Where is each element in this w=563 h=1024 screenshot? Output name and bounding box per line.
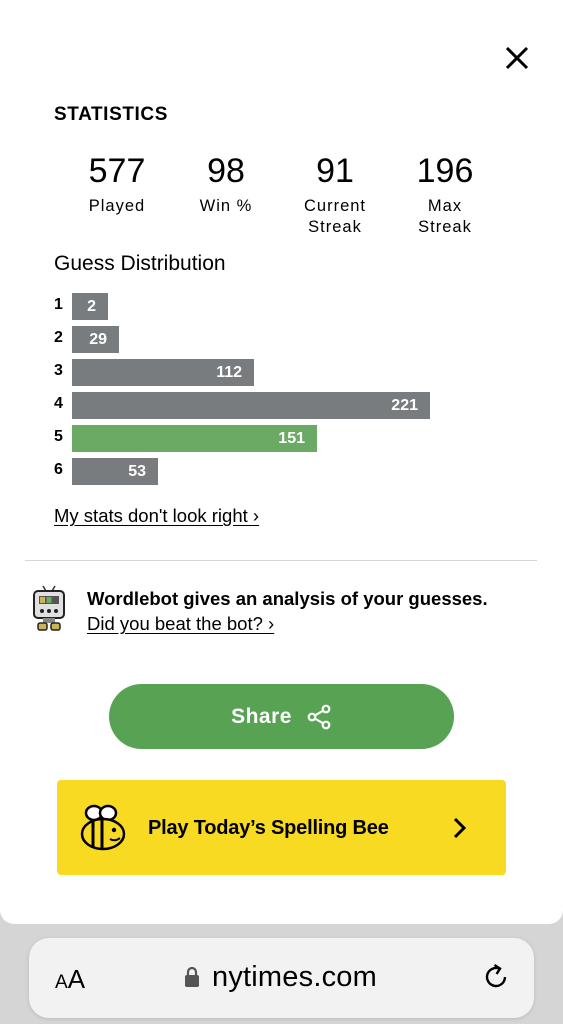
guess-number: 6 <box>54 461 63 478</box>
stats-summary: 577 Played 98 Win % 91 Current Streak 19… <box>62 150 502 240</box>
reload-icon[interactable] <box>481 962 511 992</box>
distribution-row-4: 4 221 <box>54 392 514 419</box>
share-button[interactable]: Share <box>109 684 454 749</box>
stat-label: Max Streak <box>418 197 472 236</box>
stat-current-streak: 91 Current Streak <box>280 150 390 238</box>
wordlebot-link[interactable]: Did you beat the bot? › <box>87 613 488 635</box>
text-size-small-glyph: A <box>55 972 68 993</box>
lock-icon <box>185 966 199 987</box>
stat-label: Current Streak <box>303 197 367 236</box>
spelling-bee-button[interactable]: Play Today’s Spelling Bee <box>57 780 506 875</box>
share-icon <box>307 704 331 729</box>
distribution-row-3: 3 112 <box>54 359 514 386</box>
guess-number: 4 <box>54 395 63 412</box>
stat-value: 196 <box>416 152 474 190</box>
stat-value: 98 <box>207 152 245 190</box>
guess-distribution-title: Guess Distribution <box>54 252 226 275</box>
distribution-row-6: 6 53 <box>54 458 514 485</box>
text-size-button[interactable]: AA <box>55 964 85 995</box>
distribution-row-5: 5 151 <box>54 425 514 452</box>
distribution-bar: 151 <box>72 425 317 452</box>
stat-value: 91 <box>316 152 354 190</box>
browser-address-bar: AA nytimes.com <box>29 938 534 1018</box>
guess-number: 1 <box>54 296 63 313</box>
distribution-bar: 29 <box>72 326 119 353</box>
share-label: Share <box>231 704 292 728</box>
wordlebot-headline: Wordlebot gives an analysis of your gues… <box>87 588 488 609</box>
distribution-bar: 53 <box>72 458 158 485</box>
url-text[interactable]: nytimes.com <box>212 961 377 994</box>
chevron-right-icon <box>453 817 467 839</box>
stat-win-percent: 98 Win % <box>171 150 281 217</box>
divider <box>25 560 537 561</box>
stat-max-streak: 196 Max Streak <box>390 150 500 238</box>
distribution-bar: 2 <box>72 293 108 320</box>
distribution-row-1: 1 2 <box>54 293 514 320</box>
stat-label: Win % <box>199 197 253 215</box>
wordlebot-icon <box>33 585 65 631</box>
close-icon <box>505 46 529 70</box>
distribution-bar: 221 <box>72 392 430 419</box>
text-size-large-glyph: A <box>67 964 86 994</box>
stat-label: Played <box>88 197 146 215</box>
stat-played: 577 Played <box>62 150 172 217</box>
close-button[interactable] <box>497 38 537 78</box>
stats-help-link[interactable]: My stats don't look right › <box>54 505 259 527</box>
distribution-bar: 112 <box>72 359 254 386</box>
bee-icon <box>80 804 126 851</box>
stat-value: 577 <box>88 152 146 190</box>
statistics-title: STATISTICS <box>54 104 169 125</box>
spelling-bee-label: Play Today’s Spelling Bee <box>148 817 389 839</box>
distribution-row-2: 2 29 <box>54 326 514 353</box>
guess-number: 2 <box>54 329 63 346</box>
guess-number: 5 <box>54 428 63 445</box>
wordlebot-promo: Wordlebot gives an analysis of your gues… <box>87 588 488 635</box>
statistics-modal: STATISTICS 577 Played 98 Win % 91 Curren… <box>0 0 563 924</box>
guess-number: 3 <box>54 362 63 379</box>
